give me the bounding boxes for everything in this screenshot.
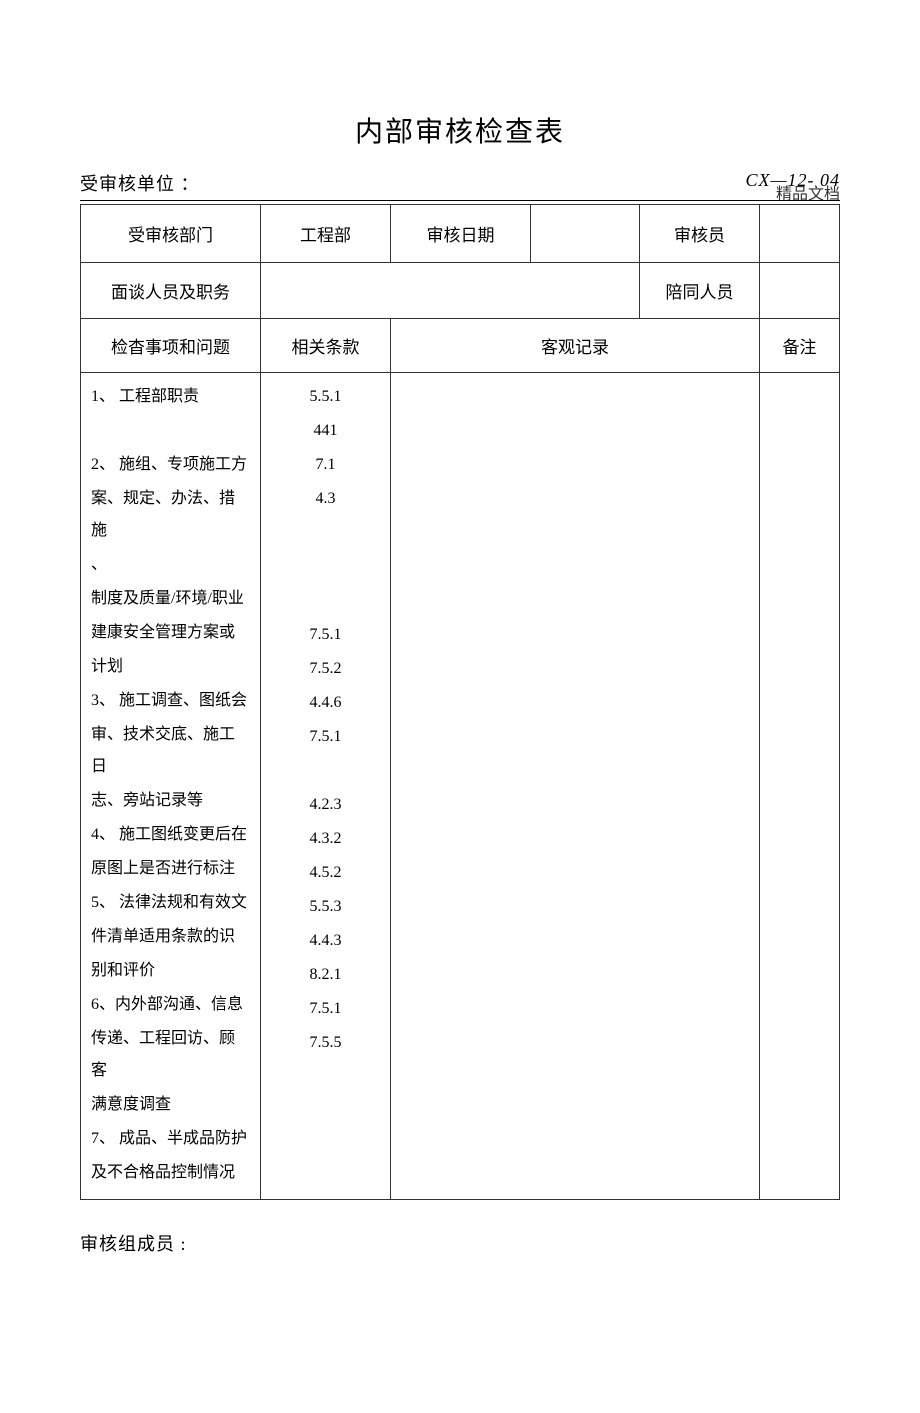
- checklist-line: 2、 施组、专项施工方: [91, 449, 250, 481]
- checklist-line: 5、 法律法规和有效文: [91, 887, 250, 919]
- audit-date-value-cell: [531, 205, 640, 263]
- table-body-row: 1、 工程部职责 2、 施组、专项施工方案、规定、办法、措施、制度及质量/环境/…: [81, 373, 840, 1200]
- clause-line: [271, 551, 380, 583]
- clause-line: 4.4.3: [271, 925, 380, 957]
- header-divider: [80, 200, 840, 201]
- audit-date-label-cell: 审核日期: [391, 205, 531, 263]
- checklist-line: 4、 施工图纸变更后在: [91, 819, 250, 851]
- record-cell: [391, 373, 760, 1200]
- clause-line: 4.3: [271, 483, 380, 515]
- audit-table: 受审核部门 工程部 审核日期 审核员 面谈人员及职务 陪同人员 检杳事项和问题 …: [80, 204, 840, 1200]
- checklist-line: 审、技术交底、施工日: [91, 719, 250, 783]
- auditor-label-cell: 审核员: [640, 205, 760, 263]
- dept-label-cell: 受审核部门: [81, 205, 261, 263]
- checklist-line: 满意度调查: [91, 1089, 250, 1121]
- checklist-line: [91, 415, 250, 447]
- clause-line: 7.5.2: [271, 653, 380, 685]
- clause-line: [271, 755, 380, 787]
- clause-line: 4.5.2: [271, 857, 380, 889]
- interview-label-cell: 面谈人员及职务: [81, 263, 261, 319]
- audit-team-label: 审核组成员 :: [80, 1230, 840, 1256]
- checklist-cell: 1、 工程部职责 2、 施组、专项施工方案、规定、办法、措施、制度及质量/环境/…: [81, 373, 261, 1200]
- table-header-row-2: 面谈人员及职务 陪同人员: [81, 263, 840, 319]
- interview-value-cell: [261, 263, 640, 319]
- table-header-row-1: 受审核部门 工程部 审核日期 审核员: [81, 205, 840, 263]
- clause-line: 7.1: [271, 449, 380, 481]
- checklist-line: 3、 施工调查、图纸会: [91, 685, 250, 717]
- clause-line: 7.5.1: [271, 721, 380, 753]
- checklist-line: 传递、工程回访、顾客: [91, 1023, 250, 1087]
- clause-line: [271, 1061, 380, 1093]
- checklist-line: 建康安全管理方案或: [91, 617, 250, 649]
- table-header-row-3: 检杳事项和问题 相关条款 客观记录 备注: [81, 319, 840, 373]
- checklist-line: 案、规定、办法、措施: [91, 483, 250, 547]
- clause-line: 4.3.2: [271, 823, 380, 855]
- clause-line: 441: [271, 415, 380, 447]
- clause-line: 7.5.5: [271, 1027, 380, 1059]
- checklist-line: 原图上是否进行标注: [91, 853, 250, 885]
- checklist-line: 7、 成品、半成品防护: [91, 1123, 250, 1155]
- checklist-line: 志、旁站记录等: [91, 785, 250, 817]
- clause-line: 5.5.3: [271, 891, 380, 923]
- check-items-label-cell: 检杳事项和问题: [81, 319, 261, 373]
- dept-value-cell: 工程部: [261, 205, 391, 263]
- checklist-line: 1、 工程部职责: [91, 381, 250, 413]
- clause-label-cell: 相关条款: [261, 319, 391, 373]
- clauses-cell: 5.5.14417.14.3 7.5.17.5.24.4.67.5.1 4.2.…: [261, 373, 391, 1200]
- remark-cell: [760, 373, 840, 1200]
- remark-label-cell: 备注: [760, 319, 840, 373]
- info-row: 受审核单位 ： CX—12- 04: [80, 170, 840, 196]
- checklist-line: 计划: [91, 651, 250, 683]
- clause-line: 7.5.1: [271, 619, 380, 651]
- clause-line: 4.4.6: [271, 687, 380, 719]
- checklist-line: 及不合格品控制情况: [91, 1157, 250, 1189]
- checklist-line: 6、内外部沟通、信息: [91, 989, 250, 1021]
- checklist-line: 别和评价: [91, 955, 250, 987]
- clause-line: 7.5.1: [271, 993, 380, 1025]
- checklist-line: 、: [91, 549, 250, 581]
- audited-unit-label: 受审核单位 ：: [80, 170, 200, 196]
- clause-line: [271, 585, 380, 617]
- accompany-value-cell: [760, 263, 840, 319]
- accompany-label-cell: 陪同人员: [640, 263, 760, 319]
- page-title: 内部审核检查表: [0, 110, 920, 150]
- clause-line: [271, 517, 380, 549]
- clause-line: 5.5.1: [271, 381, 380, 413]
- record-label-cell: 客观记录: [391, 319, 760, 373]
- checklist-line: 件清单适用条款的识: [91, 921, 250, 953]
- clause-line: 8.2.1: [271, 959, 380, 991]
- checklist-line: 制度及质量/环境/职业: [91, 583, 250, 615]
- clause-line: 4.2.3: [271, 789, 380, 821]
- auditor-value-cell: [760, 205, 840, 263]
